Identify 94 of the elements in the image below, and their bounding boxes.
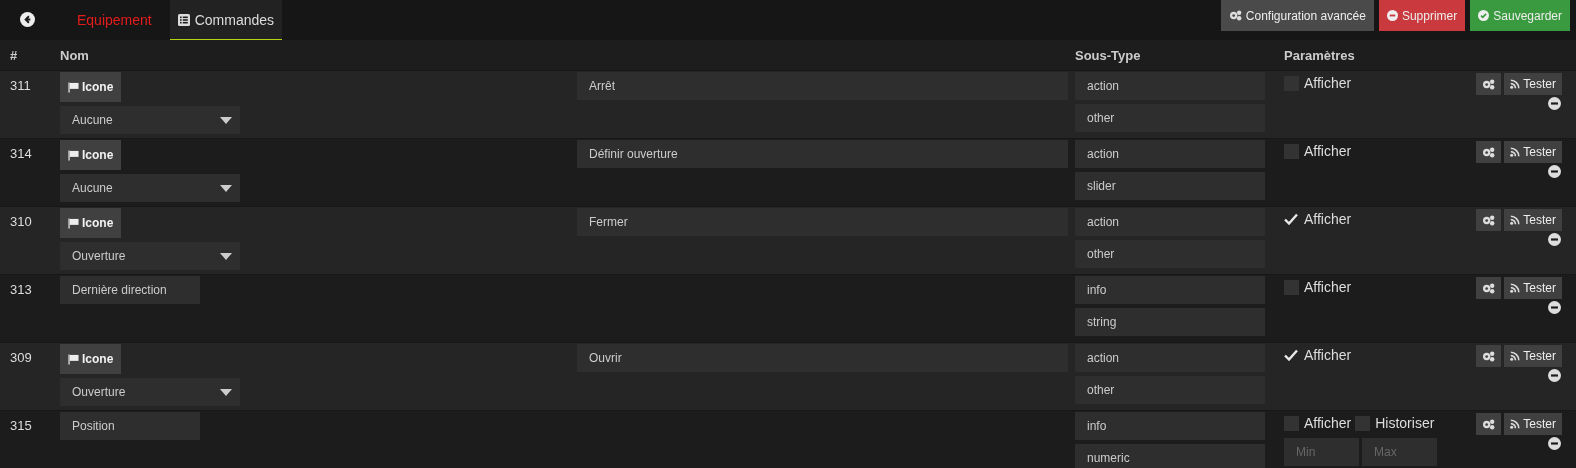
test-button[interactable]: Tester	[1504, 413, 1562, 435]
column-header: Nom	[60, 47, 90, 63]
type-field[interactable]: action	[1075, 72, 1265, 100]
list-icon	[177, 13, 190, 26]
remove-icon[interactable]	[1548, 165, 1561, 178]
tab[interactable]: Equipement	[63, 0, 166, 40]
test-button[interactable]: Tester	[1504, 73, 1562, 95]
checkmark-icon[interactable]	[1284, 213, 1298, 225]
rss-icon	[1510, 215, 1521, 225]
column-header: Paramètres	[1283, 47, 1356, 63]
type-field[interactable]: action	[1075, 140, 1265, 168]
minus-circle-icon	[1386, 10, 1398, 21]
min-field[interactable]: Min	[1284, 438, 1359, 466]
row-id: 313	[10, 281, 33, 299]
settings-button[interactable]	[1476, 345, 1502, 367]
checkbox-label: Afficher	[1304, 415, 1352, 431]
name-field[interactable]: Définir ouverture	[577, 140, 1068, 168]
remove-icon[interactable]	[1548, 437, 1561, 450]
name-field[interactable]: Position	[60, 412, 200, 440]
row-id: 315	[10, 417, 33, 435]
gears-icon	[1482, 418, 1496, 430]
check-circle-icon	[1478, 10, 1490, 21]
rss-icon	[1510, 283, 1521, 293]
settings-button[interactable]	[1476, 141, 1502, 163]
gears-icon	[1482, 214, 1496, 226]
test-button[interactable]: Tester	[1504, 209, 1562, 231]
flag-icon	[68, 149, 79, 161]
test-button[interactable]: Tester	[1504, 141, 1562, 163]
subtype-field[interactable]: numeric	[1075, 444, 1265, 468]
checkbox-label: Historiser	[1375, 415, 1435, 431]
test-button[interactable]: Tester	[1504, 277, 1562, 299]
checkbox-label: Afficher	[1304, 211, 1352, 227]
caret-icon	[220, 184, 232, 192]
name-field[interactable]: Fermer	[577, 208, 1068, 236]
name-field[interactable]: Ouvrir	[577, 344, 1068, 372]
checkbox-label: Afficher	[1304, 279, 1352, 295]
subtype-field[interactable]: other	[1075, 376, 1265, 404]
settings-button[interactable]	[1476, 73, 1502, 95]
flag-icon	[68, 81, 79, 93]
remove-icon[interactable]	[1548, 369, 1561, 382]
row-id: 311	[10, 77, 32, 95]
settings-button[interactable]	[1476, 209, 1502, 231]
subtype-field[interactable]: other	[1075, 240, 1265, 268]
name-field[interactable]: Arrêt	[577, 72, 1068, 100]
gears-icon	[1228, 10, 1242, 21]
gears-icon	[1482, 78, 1496, 90]
column-header: Sous-Type	[1075, 47, 1142, 63]
row-id: 310	[10, 213, 33, 231]
type-field[interactable]: info	[1075, 276, 1265, 304]
row-id: 309	[10, 349, 33, 367]
type-field[interactable]: action	[1075, 344, 1265, 372]
rss-icon	[1510, 79, 1521, 89]
checkmark-icon[interactable]	[1284, 349, 1298, 361]
icon-button[interactable]: Icone	[60, 140, 122, 170]
rss-icon	[1510, 147, 1521, 157]
subtype-field[interactable]: string	[1075, 308, 1265, 336]
flag-icon	[68, 217, 79, 229]
caret-icon	[220, 252, 232, 260]
icon-button[interactable]: Icone	[60, 72, 122, 102]
gears-icon	[1482, 146, 1496, 158]
back-icon[interactable]	[20, 12, 35, 27]
caret-icon	[220, 388, 232, 396]
advanced-config-button[interactable]: Configuration avancée	[1220, 0, 1374, 31]
checkbox-label: Afficher	[1304, 143, 1352, 159]
rss-icon	[1510, 351, 1521, 361]
settings-button[interactable]	[1476, 413, 1502, 435]
settings-button[interactable]	[1476, 277, 1502, 299]
checkbox-label: Afficher	[1304, 347, 1352, 363]
remove-icon[interactable]	[1548, 233, 1561, 246]
column-header: #	[10, 47, 19, 63]
value-select[interactable]: Aucune	[60, 174, 240, 202]
type-field[interactable]: action	[1075, 208, 1265, 236]
subtype-field[interactable]: slider	[1075, 172, 1265, 200]
remove-icon[interactable]	[1548, 301, 1561, 314]
caret-icon	[220, 116, 232, 124]
icon-button[interactable]: Icone	[60, 344, 122, 374]
flag-icon	[68, 353, 79, 365]
checkbox-label: Afficher	[1304, 75, 1352, 91]
row-id: 314	[10, 145, 33, 163]
subtype-field[interactable]: other	[1075, 104, 1265, 132]
value-select[interactable]: Ouverture	[60, 378, 240, 406]
max-field[interactable]: Max	[1362, 438, 1437, 466]
tab[interactable]: Commandes	[169, 0, 283, 40]
type-field[interactable]: info	[1075, 412, 1265, 440]
delete-button[interactable]: Supprimer	[1378, 0, 1466, 31]
gears-icon	[1482, 282, 1496, 294]
name-field[interactable]: Dernière direction	[60, 276, 200, 304]
gears-icon	[1482, 350, 1496, 362]
remove-icon[interactable]	[1548, 97, 1561, 110]
value-select[interactable]: Aucune	[60, 106, 240, 134]
test-button[interactable]: Tester	[1504, 345, 1562, 367]
value-select[interactable]: Ouverture	[60, 242, 240, 270]
rss-icon	[1510, 419, 1521, 429]
icon-button[interactable]: Icone	[60, 208, 122, 238]
